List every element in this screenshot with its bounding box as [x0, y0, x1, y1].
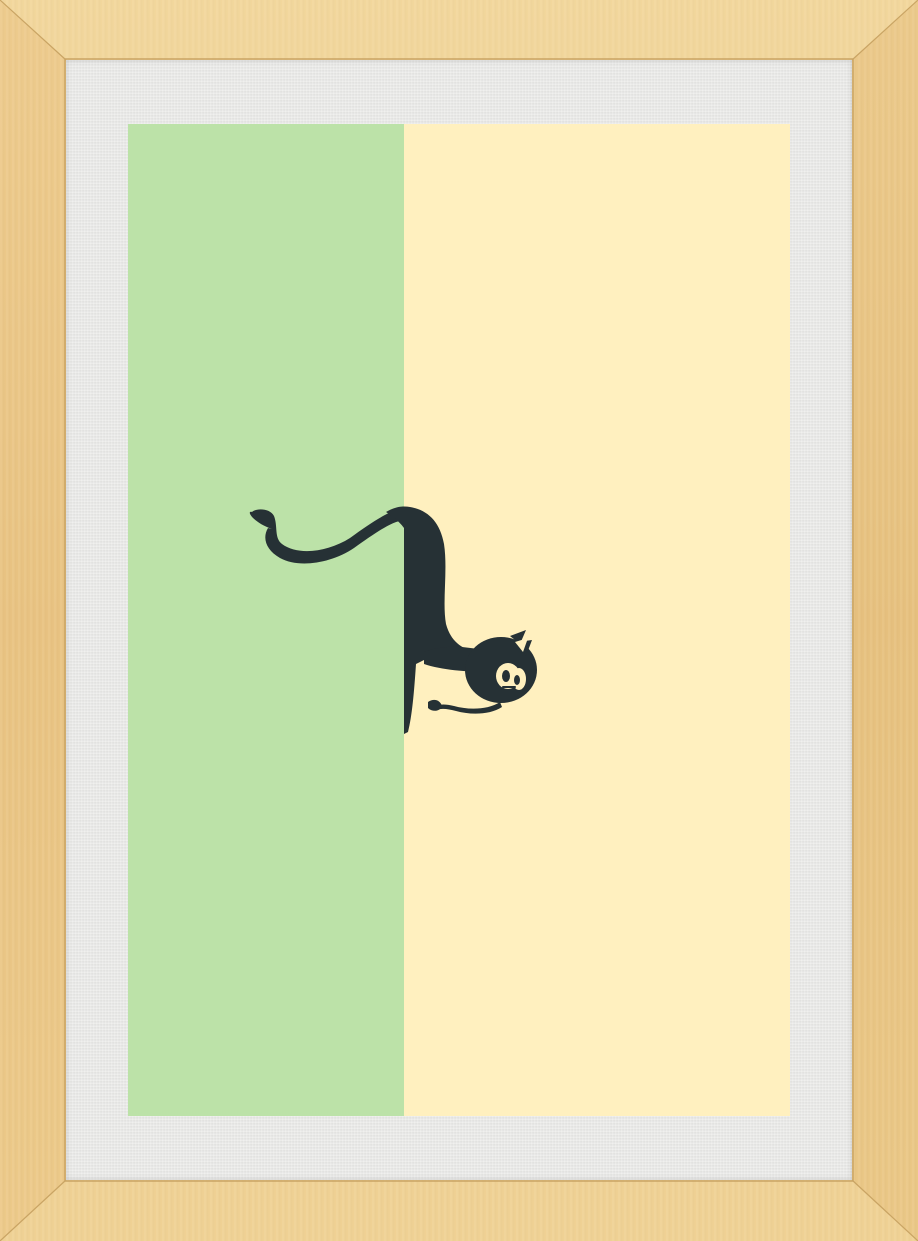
cat-silhouette	[249, 506, 537, 734]
picture-frame	[0, 0, 918, 1241]
artwork-print	[128, 124, 790, 1116]
